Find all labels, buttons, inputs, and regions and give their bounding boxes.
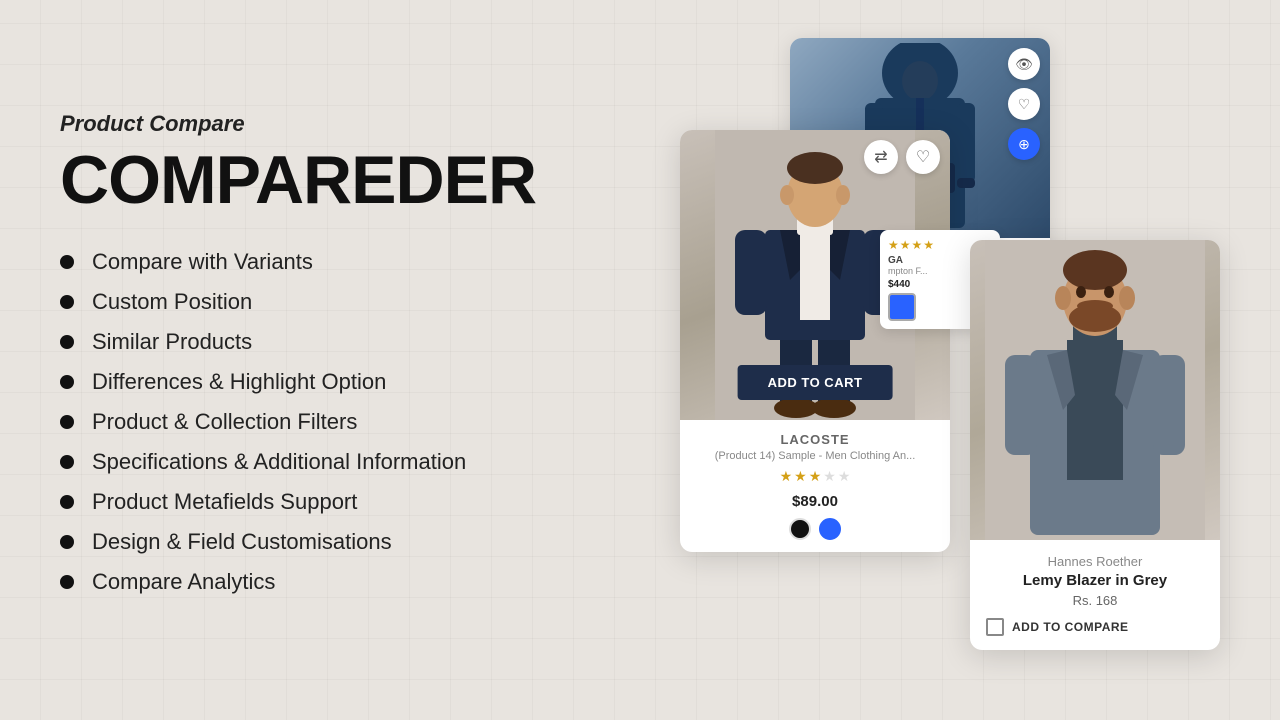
star-rating: ★ ★ ★ ★ ★: [694, 468, 936, 485]
bullet-icon: [60, 415, 74, 429]
feature-label: Compare Analytics: [92, 569, 275, 595]
feature-label: Product & Collection Filters: [92, 409, 357, 435]
compare-icon-main[interactable]: ⇄: [864, 140, 898, 174]
ga-star-3: ★: [912, 238, 923, 252]
star-1: ★: [780, 468, 793, 485]
card-hannes-info: Hannes Roether Lemy Blazer in Grey Rs. 1…: [970, 540, 1220, 650]
heart-icon-main[interactable]: ♡: [906, 140, 940, 174]
card-main-action-group: ⇄ ♡: [864, 140, 940, 174]
card-lacoste: ⇄ ♡ ADD TO CART LACOSTE (Product 14) Sam…: [680, 130, 950, 552]
feature-item-design: Design & Field Customisations: [60, 529, 580, 555]
feature-item-similar-products: Similar Products: [60, 329, 580, 355]
product-price: $89.00: [694, 493, 936, 510]
feature-item-compare-variants: Compare with Variants: [60, 249, 580, 275]
feature-label: Custom Position: [92, 289, 252, 315]
compare-icon-button[interactable]: ⊕: [1008, 128, 1040, 160]
star-3: ★: [809, 468, 822, 485]
ga-star-1: ★: [888, 238, 899, 252]
add-to-cart-button[interactable]: ADD TO CART: [738, 365, 893, 400]
bullet-icon: [60, 295, 74, 309]
card-hannes-image: [970, 240, 1220, 540]
color-black[interactable]: [789, 518, 811, 540]
feature-item-specifications: Specifications & Additional Information: [60, 449, 580, 475]
bullet-icon: [60, 375, 74, 389]
heart-icon-button[interactable]: ♡: [1008, 88, 1040, 120]
bullet-icon: [60, 535, 74, 549]
hannes-person-svg: [985, 240, 1205, 540]
product-name: (Product 14) Sample - Men Clothing An...: [694, 450, 936, 462]
feature-label: Design & Field Customisations: [92, 529, 392, 555]
main-title: COMPAREDER: [60, 141, 580, 219]
product2-price: Rs. 168: [986, 593, 1204, 608]
feature-label: Specifications & Additional Information: [92, 449, 466, 475]
card-back-icon-group: 👁 ♡ ⊕: [1008, 48, 1040, 160]
feature-item-metafields: Product Metafields Support: [60, 489, 580, 515]
star-2: ★: [794, 468, 807, 485]
card-lacoste-info: LACOSTE (Product 14) Sample - Men Clothi…: [680, 420, 950, 552]
feature-item-differences-highlight: Differences & Highlight Option: [60, 369, 580, 395]
brand-label: LACOSTE: [694, 432, 936, 447]
feature-item-analytics: Compare Analytics: [60, 569, 580, 595]
add-to-compare-label[interactable]: ADD TO COMPARE: [1012, 620, 1129, 634]
add-to-compare-row: ADD TO COMPARE: [986, 618, 1204, 636]
ga-color-swatch[interactable]: [888, 293, 916, 321]
feature-item-product-filters: Product & Collection Filters: [60, 409, 580, 435]
right-section: 👁 ♡ ⊕: [640, 0, 1280, 720]
star-5: ★: [838, 468, 851, 485]
eye-icon-button[interactable]: 👁: [1008, 48, 1040, 80]
brand2-label: Hannes Roether: [986, 554, 1204, 569]
bullet-icon: [60, 575, 74, 589]
ga-star-4: ★: [923, 238, 934, 252]
color-blue[interactable]: [819, 518, 841, 540]
bullet-icon: [60, 255, 74, 269]
card-hannes: Hannes Roether Lemy Blazer in Grey Rs. 1…: [970, 240, 1220, 650]
feature-item-custom-position: Custom Position: [60, 289, 580, 315]
color-swatches: [694, 518, 936, 540]
ga-star-2: ★: [900, 238, 911, 252]
feature-label: Similar Products: [92, 329, 252, 355]
bullet-icon: [60, 495, 74, 509]
bullet-icon: [60, 455, 74, 469]
feature-label: Product Metafields Support: [92, 489, 357, 515]
subtitle: Product Compare: [60, 111, 580, 137]
feature-label: Differences & Highlight Option: [92, 369, 386, 395]
star-4: ★: [823, 468, 836, 485]
product2-title: Lemy Blazer in Grey: [986, 572, 1204, 589]
feature-label: Compare with Variants: [92, 249, 313, 275]
left-section: Product Compare COMPAREDER Compare with …: [0, 71, 640, 649]
features-list: Compare with Variants Custom Position Si…: [60, 249, 580, 595]
bullet-icon: [60, 335, 74, 349]
compare-checkbox[interactable]: [986, 618, 1004, 636]
